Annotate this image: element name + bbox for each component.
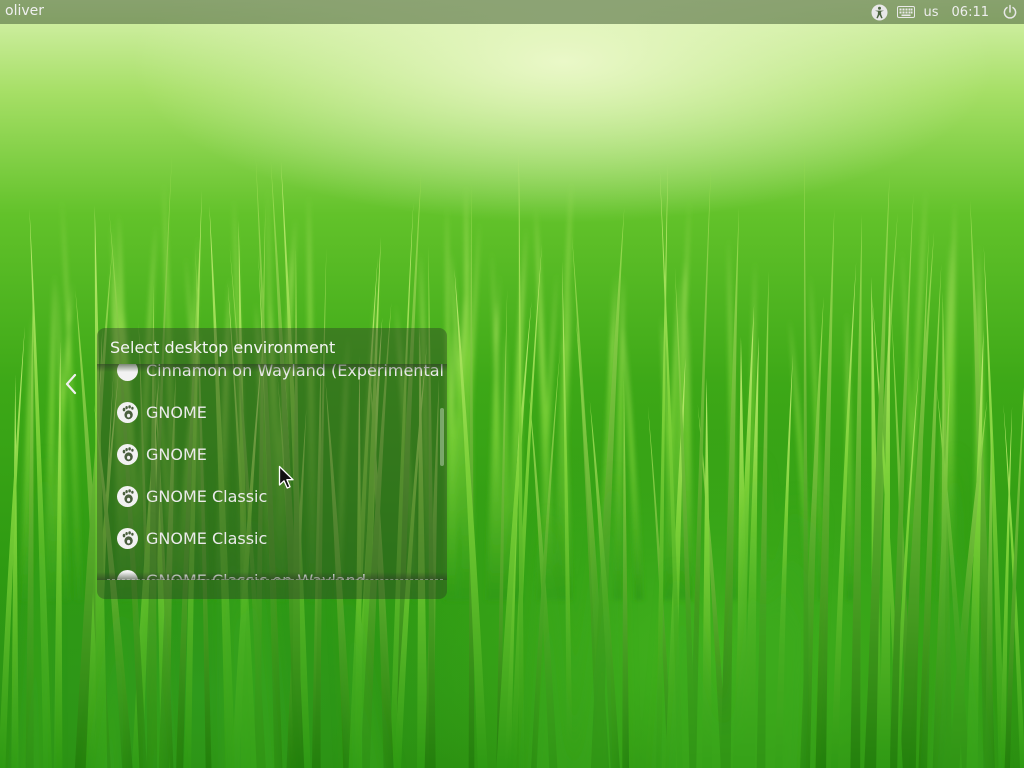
list-bottom-divider [107, 579, 443, 580]
session-item[interactable]: GNOME [97, 433, 443, 475]
gnome-foot-icon [117, 485, 138, 507]
session-item[interactable]: GNOME Classic on Wayland [97, 559, 443, 580]
session-item[interactable]: GNOME Classic [97, 517, 443, 559]
accessibility-icon[interactable] [871, 4, 888, 21]
session-item[interactable]: GNOME Classic [97, 475, 443, 517]
username-label: oliver [5, 3, 44, 19]
session-item-label: GNOME [146, 402, 207, 422]
session-list-scrollbar[interactable] [440, 408, 444, 466]
panel-indicators: us 06:11 [871, 0, 1018, 24]
gnome-foot-icon [117, 401, 138, 423]
top-panel: oliver us 06:11 [0, 0, 1024, 24]
session-selector-panel: Select desktop environment Cinnamon on W… [97, 328, 447, 599]
login-screen: oliver us 06:11 Select desktop environme… [0, 0, 1024, 768]
gnome-foot-icon [117, 443, 138, 465]
session-item[interactable]: GNOME [97, 391, 443, 433]
session-list[interactable]: Cinnamon on Wayland (Experimental) GNOME G… [97, 364, 443, 580]
keyboard-icon[interactable] [896, 6, 915, 18]
clock-label: 06:11 [951, 4, 989, 20]
power-icon[interactable] [1002, 4, 1018, 20]
session-item-label: GNOME Classic [146, 528, 268, 548]
session-icon [117, 364, 138, 381]
session-item-label: Cinnamon on Wayland (Experimental) [146, 364, 443, 380]
keyboard-layout-label[interactable]: us [924, 5, 939, 20]
back-chevron-icon[interactable] [62, 372, 82, 396]
session-selector-title: Select desktop environment [110, 338, 336, 357]
session-item[interactable]: Cinnamon on Wayland (Experimental) [97, 364, 443, 391]
gnome-foot-icon [117, 527, 138, 549]
session-item-label: GNOME [146, 444, 207, 464]
session-item-label: GNOME Classic [146, 486, 268, 506]
